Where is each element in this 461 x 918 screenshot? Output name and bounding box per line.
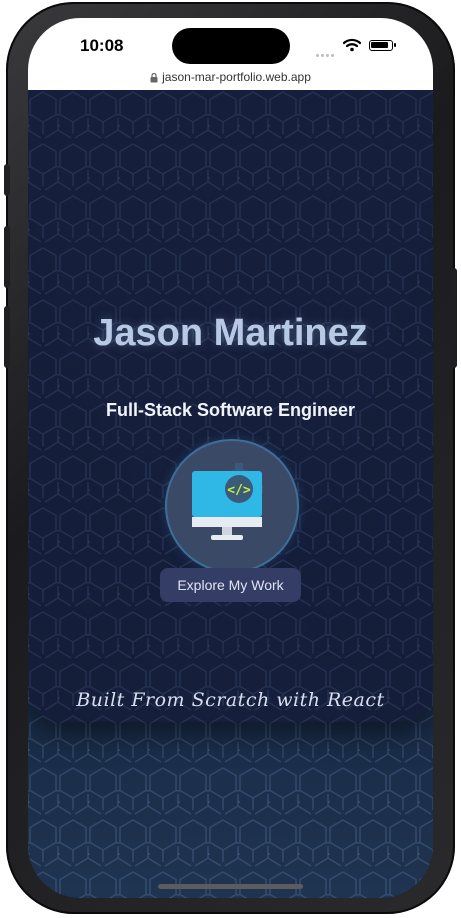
status-bar: 10:08 jason-mar-portfolio.web.app: [28, 18, 433, 90]
screen: Jason Martinez Full-Stack Software Engin…: [28, 18, 433, 898]
battery-icon: [369, 40, 396, 51]
wifi-icon: [343, 38, 361, 52]
status-time: 10:08: [80, 36, 124, 55]
svg-text:</>: </>: [227, 483, 251, 498]
mute-switch: [4, 164, 10, 196]
signal-icon: [316, 44, 338, 57]
hero-name: Jason Martinez: [93, 312, 368, 354]
volume-up-button: [4, 226, 10, 288]
volume-down-button: [4, 306, 10, 368]
built-with-tagline: Built From Scratch with React: [76, 689, 385, 711]
address-bar[interactable]: jason-mar-portfolio.web.app: [28, 70, 433, 84]
lock-icon: [150, 72, 158, 83]
url-text: jason-mar-portfolio.web.app: [162, 70, 311, 84]
power-button: [451, 268, 457, 368]
hero-title: Full-Stack Software Engineer: [105, 400, 356, 420]
explore-my-work-button[interactable]: Explore My Work: [160, 568, 301, 602]
computer-code-gear-icon: </>: [192, 463, 263, 540]
avatar: </>: [167, 441, 297, 571]
dynamic-island: [172, 28, 290, 64]
hero-card: Jason Martinez Full-Stack Software Engin…: [28, 90, 433, 722]
home-indicator[interactable]: [158, 884, 303, 889]
